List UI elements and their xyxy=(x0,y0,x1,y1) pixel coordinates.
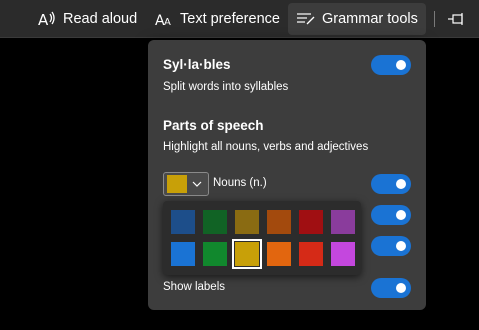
svg-text:A: A xyxy=(164,17,171,27)
svg-text:A: A xyxy=(38,11,49,27)
pin-icon[interactable] xyxy=(447,9,467,29)
color-swatch[interactable] xyxy=(235,210,259,234)
read-aloud-label: Read aloud xyxy=(63,11,138,27)
color-swatch[interactable] xyxy=(299,242,323,266)
text-preference-button[interactable]: A A Text preference xyxy=(155,3,280,35)
read-aloud-button[interactable]: A Read aloud xyxy=(38,3,137,35)
grammar-tools-icon xyxy=(297,12,315,26)
show-labels-label: Show labels xyxy=(163,281,226,293)
color-swatch[interactable] xyxy=(331,242,355,266)
show-labels-toggle[interactable] xyxy=(371,278,411,298)
grammar-tools-label: Grammar tools xyxy=(322,11,418,27)
grammar-tools-button[interactable]: Grammar tools xyxy=(288,3,426,35)
chevron-down-icon xyxy=(192,181,202,187)
color-palette-popup xyxy=(163,201,361,275)
syllables-title: Syl·la·bles xyxy=(163,57,231,72)
color-swatch[interactable] xyxy=(203,242,227,266)
color-swatch[interactable] xyxy=(171,210,195,234)
nouns-color-swatch xyxy=(167,175,187,193)
nouns-color-picker[interactable] xyxy=(163,172,209,196)
text-preference-label: Text preference xyxy=(180,11,280,27)
color-swatch[interactable] xyxy=(331,210,355,234)
nouns-label: Nouns (n.) xyxy=(213,177,267,189)
text-preference-icon: A A xyxy=(155,11,173,27)
color-swatch[interactable] xyxy=(267,242,291,266)
color-swatch[interactable] xyxy=(171,242,195,266)
verbs-toggle[interactable] xyxy=(371,205,411,225)
parts-of-speech-description: Highlight all nouns, verbs and adjective… xyxy=(163,141,369,153)
color-swatch[interactable] xyxy=(299,210,323,234)
syllables-description: Split words into syllables xyxy=(163,81,289,93)
adjectives-toggle[interactable] xyxy=(371,236,411,256)
toolbar-divider xyxy=(434,11,435,27)
parts-of-speech-title: Parts of speech xyxy=(163,118,264,133)
nouns-toggle[interactable] xyxy=(371,174,411,194)
color-swatch[interactable] xyxy=(267,210,291,234)
syllables-toggle[interactable] xyxy=(371,55,411,75)
read-aloud-icon: A xyxy=(38,11,56,27)
immersive-toolbar: A Read aloud A A Text preference Grammar… xyxy=(0,0,479,38)
color-swatch[interactable] xyxy=(232,239,262,269)
color-swatch[interactable] xyxy=(203,210,227,234)
